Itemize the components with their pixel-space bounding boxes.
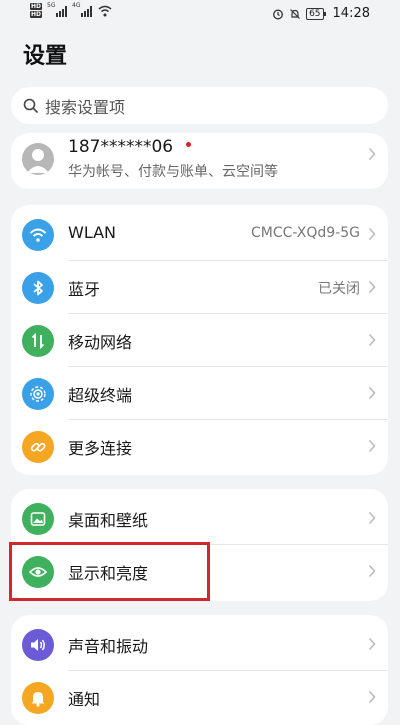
item-value: CMCC-XQd9-5G xyxy=(251,225,360,241)
account-name: 187******06 xyxy=(68,137,174,157)
item-label: 声音和振动 xyxy=(68,637,149,656)
hd-badge: HD xyxy=(30,3,43,10)
avatar xyxy=(22,143,54,175)
item-label: WLAN xyxy=(68,223,117,242)
item-label: 更多连接 xyxy=(68,439,133,458)
bell-icon xyxy=(22,682,54,714)
chevron-right-icon xyxy=(368,227,376,241)
account-card[interactable]: 187******06 华为帐号、付款与账单、云空间等 xyxy=(11,133,388,189)
super-device-icon xyxy=(22,378,54,410)
chevron-right-icon xyxy=(368,280,376,294)
hd-badges: HD HD xyxy=(30,3,43,18)
signal-4g-icon: 4G xyxy=(72,1,93,17)
chevron-right-icon xyxy=(368,690,376,704)
settings-item-bluetooth[interactable]: 蓝牙 已关闭 xyxy=(11,262,388,314)
hd-badge: HD xyxy=(30,11,43,18)
settings-item-sound-vibration[interactable]: 声音和振动 xyxy=(11,619,388,671)
divider xyxy=(68,670,388,671)
account-subtitle: 华为帐号、付款与账单、云空间等 xyxy=(68,164,278,180)
chevron-right-icon xyxy=(368,564,376,578)
wifi-icon xyxy=(22,219,54,251)
highlight-box xyxy=(9,542,210,601)
item-label: 蓝牙 xyxy=(68,280,101,299)
signal-label: 5G xyxy=(47,1,56,9)
person-icon xyxy=(27,149,49,173)
alarm-icon xyxy=(273,9,284,19)
mobile-network-icon xyxy=(22,325,54,357)
chevron-right-icon xyxy=(368,511,376,525)
clock: 14:28 xyxy=(332,6,370,21)
status-bar: HD HD 5G 4G 65 14:28 xyxy=(0,0,400,28)
settings-item-wlan[interactable]: WLAN CMCC-XQd9-5G xyxy=(11,209,388,261)
chevron-right-icon xyxy=(368,386,376,400)
item-value: 已关闭 xyxy=(318,281,360,297)
chevron-right-icon xyxy=(368,333,376,347)
item-label: 移动网络 xyxy=(68,333,133,352)
status-bar-left: HD HD 5G 4G xyxy=(30,1,112,18)
divider xyxy=(68,260,388,261)
search-bar[interactable]: 搜索设置项 xyxy=(11,87,388,124)
signal-label: 4G xyxy=(72,1,81,9)
search-placeholder: 搜索设置项 xyxy=(45,97,126,117)
chevron-right-icon xyxy=(368,147,376,161)
status-bar-right: 65 14:28 xyxy=(272,6,370,21)
item-label: 通知 xyxy=(68,690,101,709)
search-icon xyxy=(23,98,38,113)
speaker-icon xyxy=(22,629,54,661)
divider xyxy=(68,366,388,367)
settings-item-super-device[interactable]: 超级终端 xyxy=(11,368,388,420)
chevron-right-icon xyxy=(368,637,376,651)
wifi-status-icon xyxy=(98,5,112,16)
settings-item-more-connections[interactable]: 更多连接 xyxy=(11,421,388,473)
settings-item-notifications[interactable]: 通知 xyxy=(11,672,388,724)
wallpaper-icon xyxy=(22,503,54,535)
notification-dot xyxy=(186,142,191,147)
sound-notification-group: 声音和振动 通知 xyxy=(11,615,388,725)
page-title: 设置 xyxy=(23,44,68,69)
settings-item-home-wallpaper[interactable]: 桌面和壁纸 xyxy=(11,493,388,545)
signal-5g-icon: 5G xyxy=(47,1,68,17)
settings-item-mobile-network[interactable]: 移动网络 xyxy=(11,315,388,367)
divider xyxy=(68,419,388,420)
link-icon xyxy=(22,431,54,463)
connectivity-group: WLAN CMCC-XQd9-5G 蓝牙 已关闭 移动网络 超级终端 更多连接 xyxy=(11,205,388,475)
battery-indicator: 65 xyxy=(306,7,327,20)
item-label: 桌面和壁纸 xyxy=(68,511,149,530)
bluetooth-icon xyxy=(22,272,54,304)
chevron-right-icon xyxy=(368,439,376,453)
item-label: 超级终端 xyxy=(68,386,133,405)
mute-bell-icon xyxy=(290,8,301,19)
divider xyxy=(68,313,388,314)
